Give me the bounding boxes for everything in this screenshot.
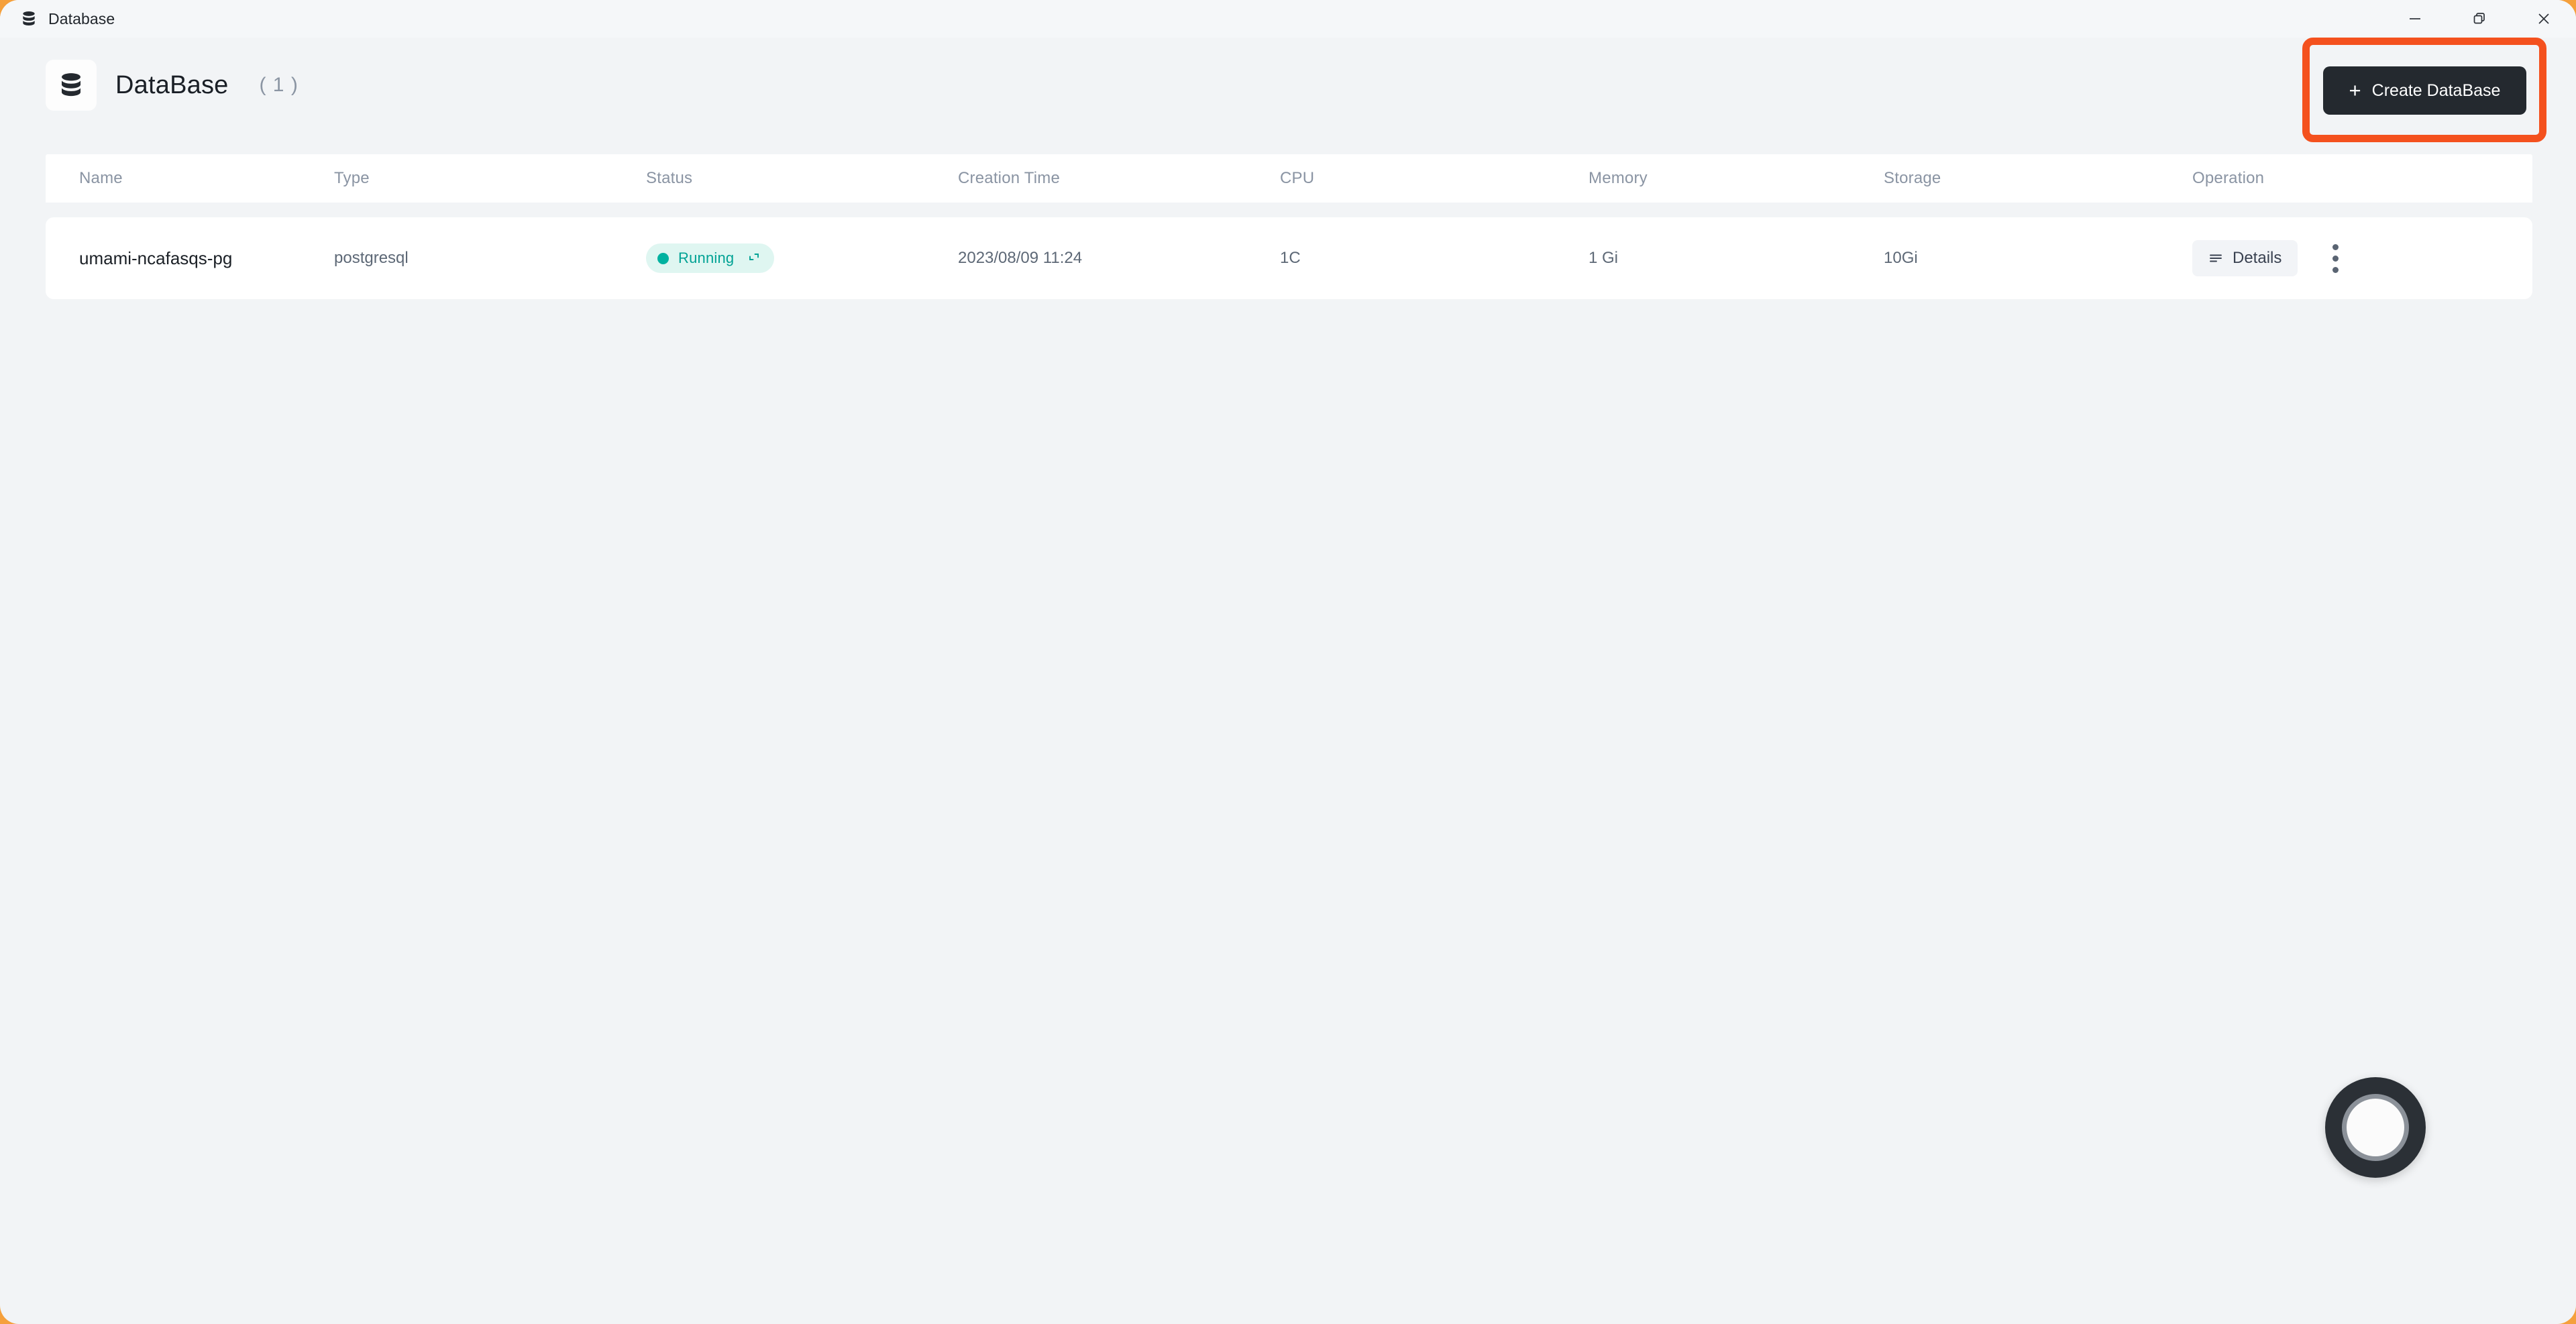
table-header-row: Name Type Status Creation Time CPU Memor…: [46, 154, 2532, 203]
title-bar-left: Database: [0, 10, 115, 28]
column-header-storage: Storage: [1884, 169, 2192, 188]
minimize-icon: [2408, 11, 2422, 26]
page-title: DataBase: [115, 70, 229, 99]
page-header: DataBase ( 1 ): [0, 48, 2576, 122]
column-label: CPU: [1280, 169, 1315, 187]
memory-value: 1 Gi: [1589, 249, 1619, 267]
database-name: umami-ncafasqs-pg: [79, 247, 233, 268]
column-label: Storage: [1884, 169, 1941, 187]
column-label: Memory: [1589, 169, 1648, 187]
column-header-cpu: CPU: [1280, 169, 1589, 188]
database-icon: [20, 10, 38, 27]
column-label: Type: [334, 169, 370, 187]
cell-storage: 10Gi: [1884, 249, 2192, 268]
cell-operation: Details: [2192, 238, 2532, 278]
column-header-status: Status: [646, 169, 958, 188]
expand-icon[interactable]: [747, 250, 761, 267]
cell-creation-time: 2023/08/09 11:24: [958, 249, 1280, 268]
column-label: Creation Time: [958, 169, 1060, 187]
restore-icon: [2472, 11, 2487, 26]
plus-icon: +: [2349, 78, 2361, 102]
database-icon: [57, 71, 85, 99]
page-header-left: DataBase ( 1 ): [46, 60, 299, 111]
cell-name: umami-ncafasqs-pg: [46, 248, 334, 269]
create-database-label: Create DataBase: [2371, 80, 2501, 100]
create-database-button[interactable]: + Create DataBase: [2323, 66, 2526, 115]
cell-status: Running: [646, 243, 958, 273]
database-count: ( 1 ): [259, 74, 299, 96]
database-table: Name Type Status Creation Time CPU Memor…: [46, 154, 2532, 299]
cell-type: postgresql: [334, 249, 646, 268]
status-badge: Running: [646, 243, 775, 273]
app-window: Database DataBase (1) + Create DataBas…: [0, 0, 2576, 1324]
column-header-operation: Operation: [2192, 169, 2532, 188]
window-title: Database: [48, 9, 115, 27]
title-bar: Database: [0, 0, 2576, 38]
column-header-type: Type: [334, 169, 646, 188]
status-dot-icon: [657, 252, 669, 264]
more-vertical-icon: [2332, 241, 2339, 276]
minimize-button[interactable]: [2383, 0, 2447, 38]
column-header-name: Name: [46, 169, 334, 188]
cell-cpu: 1C: [1280, 249, 1589, 268]
cursor-ring-indicator: [2325, 1077, 2426, 1178]
close-button[interactable]: [2512, 0, 2576, 38]
creation-time-value: 2023/08/09 11:24: [958, 249, 1083, 267]
details-label: Details: [2233, 249, 2282, 267]
table-row[interactable]: umami-ncafasqs-pg postgresql Running 202…: [46, 217, 2532, 299]
cell-memory: 1 Gi: [1589, 249, 1884, 268]
cpu-value: 1C: [1280, 249, 1301, 267]
column-label: Status: [646, 169, 693, 187]
list-lines-icon: [2208, 250, 2223, 267]
window-controls: [2383, 0, 2576, 38]
column-header-creation-time: Creation Time: [958, 169, 1280, 188]
column-label: Operation: [2192, 169, 2265, 187]
page-database-icon-box: [46, 60, 97, 111]
column-label: Name: [79, 169, 123, 187]
storage-value: 10Gi: [1884, 249, 1918, 267]
column-header-memory: Memory: [1589, 169, 1884, 188]
restore-button[interactable]: [2447, 0, 2512, 38]
details-button[interactable]: Details: [2192, 240, 2298, 276]
row-more-menu-button[interactable]: [2315, 238, 2355, 278]
status-label: Running: [678, 250, 735, 266]
database-type: postgresql: [334, 249, 409, 267]
close-icon: [2536, 11, 2551, 26]
